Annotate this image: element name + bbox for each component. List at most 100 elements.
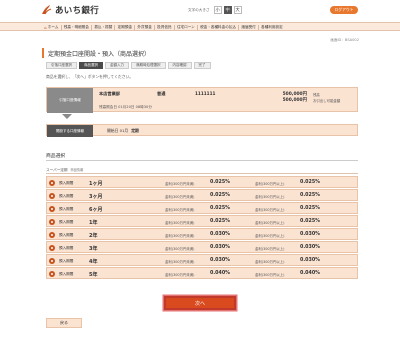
section-divider (46, 160, 358, 161)
product-type: 預入期間 (59, 180, 74, 185)
nav-item-settings[interactable]: 各種利用設定 (259, 25, 285, 30)
nav-item-investment-trust[interactable]: 投資信託 (155, 25, 175, 30)
rate-under: 0.025% (210, 218, 230, 224)
radio-button[interactable] (49, 180, 55, 186)
nav-item-balance[interactable]: 残高・明細照会 (62, 25, 93, 30)
rate-under: 0.030% (210, 231, 230, 237)
rate-over: 0.025% (300, 205, 320, 211)
font-size-large-button[interactable]: 大 (233, 6, 242, 14)
home-icon: ⌂ (44, 25, 47, 30)
radio-button[interactable] (49, 271, 55, 277)
product-term: 3ヶ月 (89, 193, 103, 200)
product-type: 預入期間 (59, 193, 74, 198)
font-size-switcher: 文字の大きさ 小 中 大 (188, 6, 242, 14)
rate-over-label: 金利(300万円以上) (255, 194, 285, 199)
product-term: 1ヶ月 (89, 180, 103, 187)
rate-under-label: 金利(300万円未満) (165, 272, 195, 277)
new-account-label: 開設する口座情報 (47, 125, 93, 137)
nav-item-home[interactable]: ⌂ ホーム (42, 25, 62, 30)
product-term: 4年 (89, 258, 98, 265)
withdrawal-account: 引落口座情報 本店営業部 普通 1111111 500,000円 残高 500,… (46, 87, 358, 113)
account-branch: 本店営業部 (99, 91, 120, 96)
new-account-info: 開設する口座情報 開始日 01月 定期 (46, 124, 358, 137)
instruction-text: 商品を選択し、「次へ」ボタンを押してください。 (46, 74, 134, 79)
rate-over-label: 金利(300万円以上) (255, 259, 285, 264)
rate-under-label: 金利(300万円未満) (165, 194, 195, 199)
step-maturity: 満期時処理選択 (131, 62, 166, 69)
header: あいち銀行 文字の大きさ 小 中 大 ログアウト (0, 0, 400, 20)
font-size-small-button[interactable]: 小 (213, 6, 222, 14)
product-row[interactable]: 預入期間 1ヶ月 金利(300万円未満) 0.025% 金利(300万円以上) … (46, 176, 358, 188)
radio-button[interactable] (49, 245, 55, 251)
product-type: 預入期間 (59, 206, 74, 211)
rate-over: 0.025% (300, 192, 320, 198)
product-group-sub: 商品情報 (70, 168, 84, 172)
product-row[interactable]: 預入期間 1年 金利(300万円未満) 0.025% 金利(300万円以上) 0… (46, 215, 358, 227)
product-row[interactable]: 預入期間 5年 金利(300万円未満) 0.040% 金利(300万円以上) 0… (46, 267, 358, 279)
product-row[interactable]: 預入期間 6ヶ月 金利(300万円未満) 0.025% 金利(300万円以上) … (46, 202, 358, 214)
account-available-label: お引出し可能金額 (313, 98, 341, 103)
nav-item-tax-payment[interactable]: 税金・各種料金の払込 (198, 25, 240, 30)
new-account-type: 定期 (131, 128, 139, 133)
rate-over: 0.025% (300, 218, 320, 224)
nav-item-label: ホーム (47, 25, 59, 29)
logout-button[interactable]: ログアウト (330, 6, 358, 14)
product-term: 1年 (89, 219, 98, 226)
product-group-name: スーパー定期 (46, 168, 68, 172)
nav-item-notifications[interactable]: 諸届受付 (239, 25, 259, 30)
rate-over-label: 金利(300万円以上) (255, 207, 285, 212)
font-size-label: 文字の大きさ (188, 7, 210, 12)
rate-over: 0.040% (300, 270, 320, 276)
rate-over: 0.030% (300, 244, 320, 250)
rate-under: 0.030% (210, 244, 230, 250)
product-row[interactable]: 預入期間 3年 金利(300万円未満) 0.030% 金利(300万円以上) 0… (46, 241, 358, 253)
step-select-product: 商品選択 (79, 62, 103, 69)
back-button[interactable]: 戻る (46, 318, 82, 328)
new-account-value: 開始日 01月 定期 (107, 128, 139, 134)
rate-over-label: 金利(300万円以上) (255, 220, 285, 225)
product-type: 預入期間 (59, 232, 74, 237)
account-number: 1111111 (195, 91, 216, 96)
product-type: 預入期間 (59, 258, 74, 263)
rate-over: 0.030% (300, 231, 320, 237)
product-type: 預入期間 (59, 271, 74, 276)
rate-under-label: 金利(300万円未満) (165, 207, 195, 212)
rate-over-label: 金利(300万円以上) (255, 246, 285, 251)
rate-under-label: 金利(300万円未満) (165, 220, 195, 225)
rate-over: 0.030% (300, 257, 320, 263)
nav-item-home-loan[interactable]: 住宅ローン (175, 25, 198, 30)
section-title: 商品選択 (46, 154, 66, 159)
font-size-medium-button[interactable]: 中 (223, 6, 232, 14)
step-indicator: 引落口座選択 商品選択 金額入力 満期時処理選択 内容確認 完了 (46, 62, 213, 69)
rate-under: 0.025% (210, 179, 230, 185)
product-term: 6ヶ月 (89, 206, 103, 213)
product-list: 預入期間 1ヶ月 金利(300万円未満) 0.025% 金利(300万円以上) … (46, 176, 358, 280)
radio-button[interactable] (49, 219, 55, 225)
product-row[interactable]: 預入期間 2年 金利(300万円未満) 0.030% 金利(300万円以上) 0… (46, 228, 358, 240)
radio-button[interactable] (49, 206, 55, 212)
product-row[interactable]: 預入期間 3ヶ月 金利(300万円未満) 0.025% 金利(300万円以上) … (46, 189, 358, 201)
rate-under-label: 金利(300万円未満) (165, 233, 195, 238)
product-type: 預入期間 (59, 219, 74, 224)
nav-item-foreign-deposit[interactable]: 外貨預金 (135, 25, 155, 30)
step-confirm: 内容確認 (167, 62, 192, 69)
product-row[interactable]: 預入期間 4年 金利(300万円未満) 0.030% 金利(300万円以上) 0… (46, 254, 358, 266)
rate-over-label: 金利(300万円以上) (255, 272, 285, 277)
rate-under: 0.025% (210, 205, 230, 211)
account-type: 普通 (157, 91, 166, 96)
step-complete: 完了 (193, 62, 211, 69)
rate-under: 0.040% (210, 270, 230, 276)
logo[interactable]: あいち銀行 (40, 4, 99, 16)
nav-item-transfer[interactable]: 振込・振替 (92, 25, 116, 30)
logo-text: あいち銀行 (55, 6, 100, 16)
product-term: 3年 (89, 245, 98, 252)
radio-button[interactable] (49, 258, 55, 264)
nav-item-time-deposit[interactable]: 定期預金 (115, 25, 136, 30)
radio-button[interactable] (49, 193, 55, 199)
next-button[interactable]: 次へ (164, 296, 236, 310)
radio-button[interactable] (49, 232, 55, 238)
product-group-title: スーパー定期 商品情報 (46, 167, 358, 174)
product-term: 5年 (89, 271, 98, 278)
rate-over-label: 金利(300万円以上) (255, 181, 285, 186)
page-title: 定期預金口座開設・預入（商品選択） (42, 48, 358, 58)
